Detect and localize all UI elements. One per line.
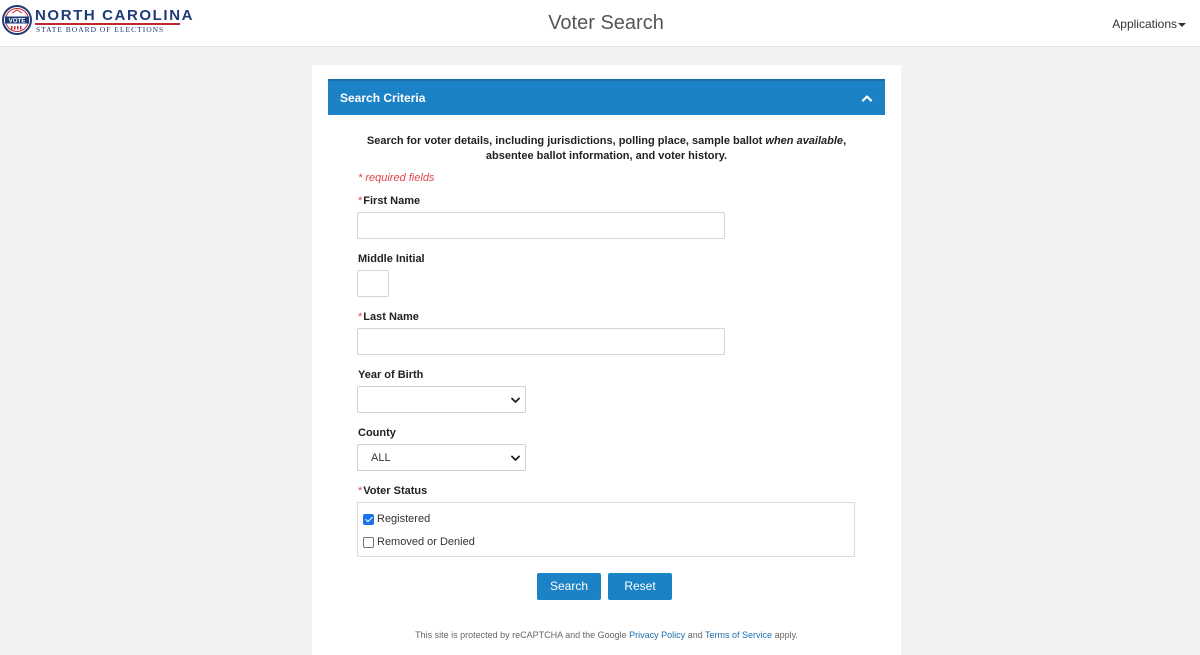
registered-checkbox[interactable] (363, 514, 374, 525)
top-navbar: VOTE NORTH CAROLINA STATE BOARD OF ELECT… (0, 0, 1200, 47)
last-name-label: *Last Name (358, 311, 419, 323)
required-star: * (358, 485, 363, 497)
intro-text: Search for voter details, including juri… (366, 135, 847, 162)
voter-status-label: *Voter Status (358, 485, 428, 497)
county-select[interactable]: ALL (357, 444, 526, 471)
last-name-input[interactable] (357, 328, 725, 355)
search-button[interactable]: Search (537, 573, 601, 600)
recaptcha-notice: This site is protected by reCAPTCHA and … (415, 630, 798, 640)
search-criteria-header[interactable]: Search Criteria (328, 79, 885, 115)
first-name-label: *First Name (358, 195, 421, 207)
caret-down-icon (1178, 22, 1186, 27)
terms-of-service-link[interactable]: Terms of Service (705, 630, 772, 640)
intro-emphasis: when available (765, 135, 844, 147)
voter-status-group: Registered Removed or Denied (357, 502, 855, 557)
applications-label: Applications (1112, 17, 1177, 31)
chevron-down-icon (511, 397, 520, 403)
panel-title: Search Criteria (340, 91, 426, 105)
page-title: Voter Search (548, 12, 664, 34)
privacy-policy-link[interactable]: Privacy Policy (629, 630, 685, 640)
reset-button[interactable]: Reset (608, 573, 672, 600)
chevron-up-icon[interactable] (861, 93, 873, 103)
applications-menu[interactable]: Applications (1112, 17, 1186, 31)
required-fields-note: * required fields (358, 172, 435, 184)
removed-denied-checkbox[interactable] (363, 537, 374, 548)
county-value: ALL (371, 452, 391, 464)
removed-denied-label: Removed or Denied (377, 536, 475, 548)
search-card: Search Criteria Search for voter details… (312, 65, 901, 655)
required-star: * (358, 311, 363, 323)
county-label: County (358, 427, 396, 439)
middle-initial-input[interactable] (357, 270, 389, 297)
registered-label: Registered (377, 513, 431, 525)
required-star: * (358, 195, 363, 207)
first-name-input[interactable] (357, 212, 725, 239)
year-of-birth-label: Year of Birth (358, 369, 424, 381)
year-of-birth-select[interactable] (357, 386, 526, 413)
chevron-down-icon (511, 455, 520, 461)
middle-initial-label: Middle Initial (358, 253, 425, 265)
